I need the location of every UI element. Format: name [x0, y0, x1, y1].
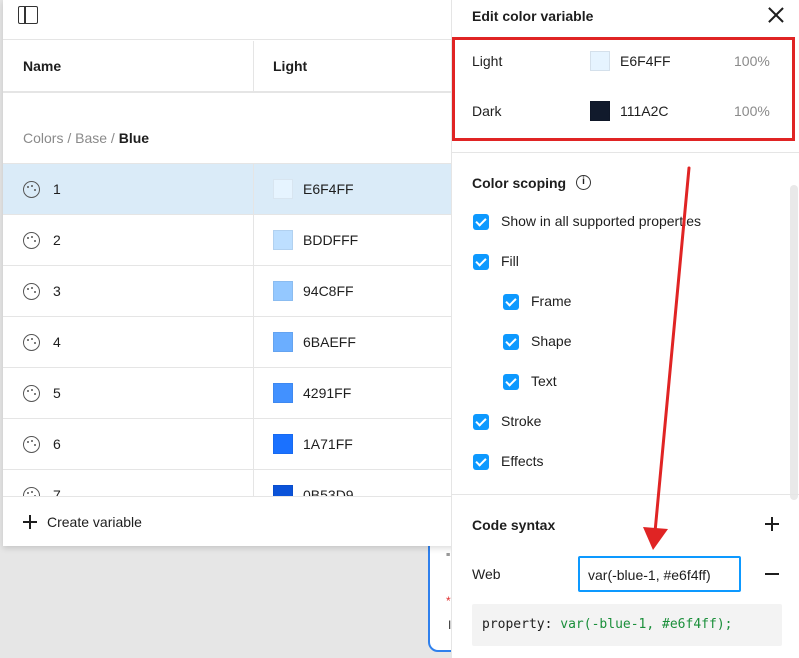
remove-syntax-minus-icon[interactable]: [765, 573, 779, 575]
palette-icon: [23, 283, 40, 300]
palette-icon: [23, 232, 40, 249]
color-swatch[interactable]: [273, 230, 293, 250]
checkbox-label: Text: [531, 373, 557, 389]
cell-divider: [253, 215, 254, 265]
variable-row[interactable]: 3 94C8FF: [3, 265, 462, 316]
checkbox-checked[interactable]: [503, 334, 519, 350]
column-divider[interactable]: [253, 41, 254, 93]
info-icon[interactable]: i: [576, 175, 591, 190]
color-swatch[interactable]: [273, 179, 293, 199]
group-breadcrumb: Colors / Base / Blue: [23, 130, 149, 146]
variable-row[interactable]: 6 1A71FF: [3, 418, 462, 469]
code-preview-value: var(-blue-1, #e6f4ff);: [560, 617, 733, 632]
color-swatch[interactable]: [273, 383, 293, 403]
variable-name: 6: [53, 436, 61, 452]
code-syntax-input[interactable]: var(-blue-1, #e6f4ff): [578, 556, 741, 592]
create-variable-button[interactable]: Create variable: [3, 496, 462, 546]
plus-icon: [23, 515, 37, 529]
column-header-name[interactable]: Name: [23, 58, 61, 74]
checkbox-checked[interactable]: [473, 254, 489, 270]
variable-name: 5: [53, 385, 61, 401]
checkbox-label: Shape: [531, 333, 572, 349]
divider: [452, 494, 799, 495]
close-icon[interactable]: [768, 7, 784, 23]
variable-name: 2: [53, 232, 61, 248]
checkbox-checked[interactable]: [503, 294, 519, 310]
checkbox-label: Stroke: [501, 413, 542, 429]
panel-scrollbar[interactable]: [790, 185, 798, 500]
cell-divider: [253, 419, 254, 469]
canvas-glyph: ≡: [446, 552, 451, 559]
table-header: Name Light: [3, 41, 462, 93]
palette-icon: [23, 334, 40, 351]
cell-divider: [253, 317, 254, 367]
palette-icon: [23, 181, 40, 198]
checkbox-label: Fill: [501, 253, 519, 269]
cell-divider: [253, 368, 254, 418]
variables-table-panel: Name Light Colors / Base / Blue 1 E6F4FF…: [3, 0, 463, 546]
annotation-highlight-box: [452, 37, 795, 141]
variable-row[interactable]: 5 4291FF: [3, 367, 462, 418]
create-variable-label: Create variable: [47, 514, 142, 530]
variable-name: 3: [53, 283, 61, 299]
table-toolbar: [3, 0, 462, 40]
edit-variable-panel: Edit color variable Light E6F4FF 100% Da…: [451, 0, 799, 658]
variable-name: 1: [53, 181, 61, 197]
checkbox-checked[interactable]: [473, 214, 489, 230]
code-preview: property: var(-blue-1, #e6f4ff);: [472, 604, 782, 646]
color-swatch[interactable]: [273, 434, 293, 454]
cell-divider: [253, 266, 254, 316]
color-swatch[interactable]: [273, 281, 293, 301]
variable-rows: 1 E6F4FF 2 BDDFFF 3 94C8FF 4 6BAEFF 5 42…: [3, 163, 462, 520]
color-value[interactable]: 6BAEFF: [303, 334, 356, 350]
color-value[interactable]: 4291FF: [303, 385, 351, 401]
platform-label: Web: [472, 566, 501, 582]
color-value[interactable]: BDDFFF: [303, 232, 358, 248]
checkbox-checked[interactable]: [503, 374, 519, 390]
panel-title: Edit color variable: [472, 8, 594, 24]
checkbox-label: Show in all supported properties: [501, 213, 702, 229]
checkbox-label: Frame: [531, 293, 572, 309]
variable-row[interactable]: 1 E6F4FF: [3, 163, 462, 214]
code-preview-prefix: property:: [482, 617, 561, 632]
code-syntax-title: Code syntax: [472, 517, 556, 533]
checkbox-checked[interactable]: [473, 454, 489, 470]
palette-icon: [23, 436, 40, 453]
color-scoping-title: Color scoping: [472, 175, 567, 191]
checkbox-label: Effects: [501, 453, 544, 469]
color-value[interactable]: 94C8FF: [303, 283, 354, 299]
sidebar-toggle-icon[interactable]: [18, 6, 38, 24]
cell-divider: [253, 164, 254, 214]
canvas-red-mark: *: [446, 594, 451, 608]
group-current: Blue: [118, 130, 150, 146]
variable-row[interactable]: 2 BDDFFF: [3, 214, 462, 265]
add-syntax-plus-icon[interactable]: [765, 517, 779, 531]
variable-row[interactable]: 4 6BAEFF: [3, 316, 462, 367]
divider: [452, 152, 799, 153]
variable-name: 4: [53, 334, 61, 350]
palette-icon: [23, 385, 40, 402]
color-value[interactable]: 1A71FF: [303, 436, 353, 452]
color-value[interactable]: E6F4FF: [303, 181, 354, 197]
column-header-light[interactable]: Light: [273, 58, 307, 74]
color-swatch[interactable]: [273, 332, 293, 352]
group-path: Colors / Base /: [23, 130, 119, 146]
checkbox-checked[interactable]: [473, 414, 489, 430]
